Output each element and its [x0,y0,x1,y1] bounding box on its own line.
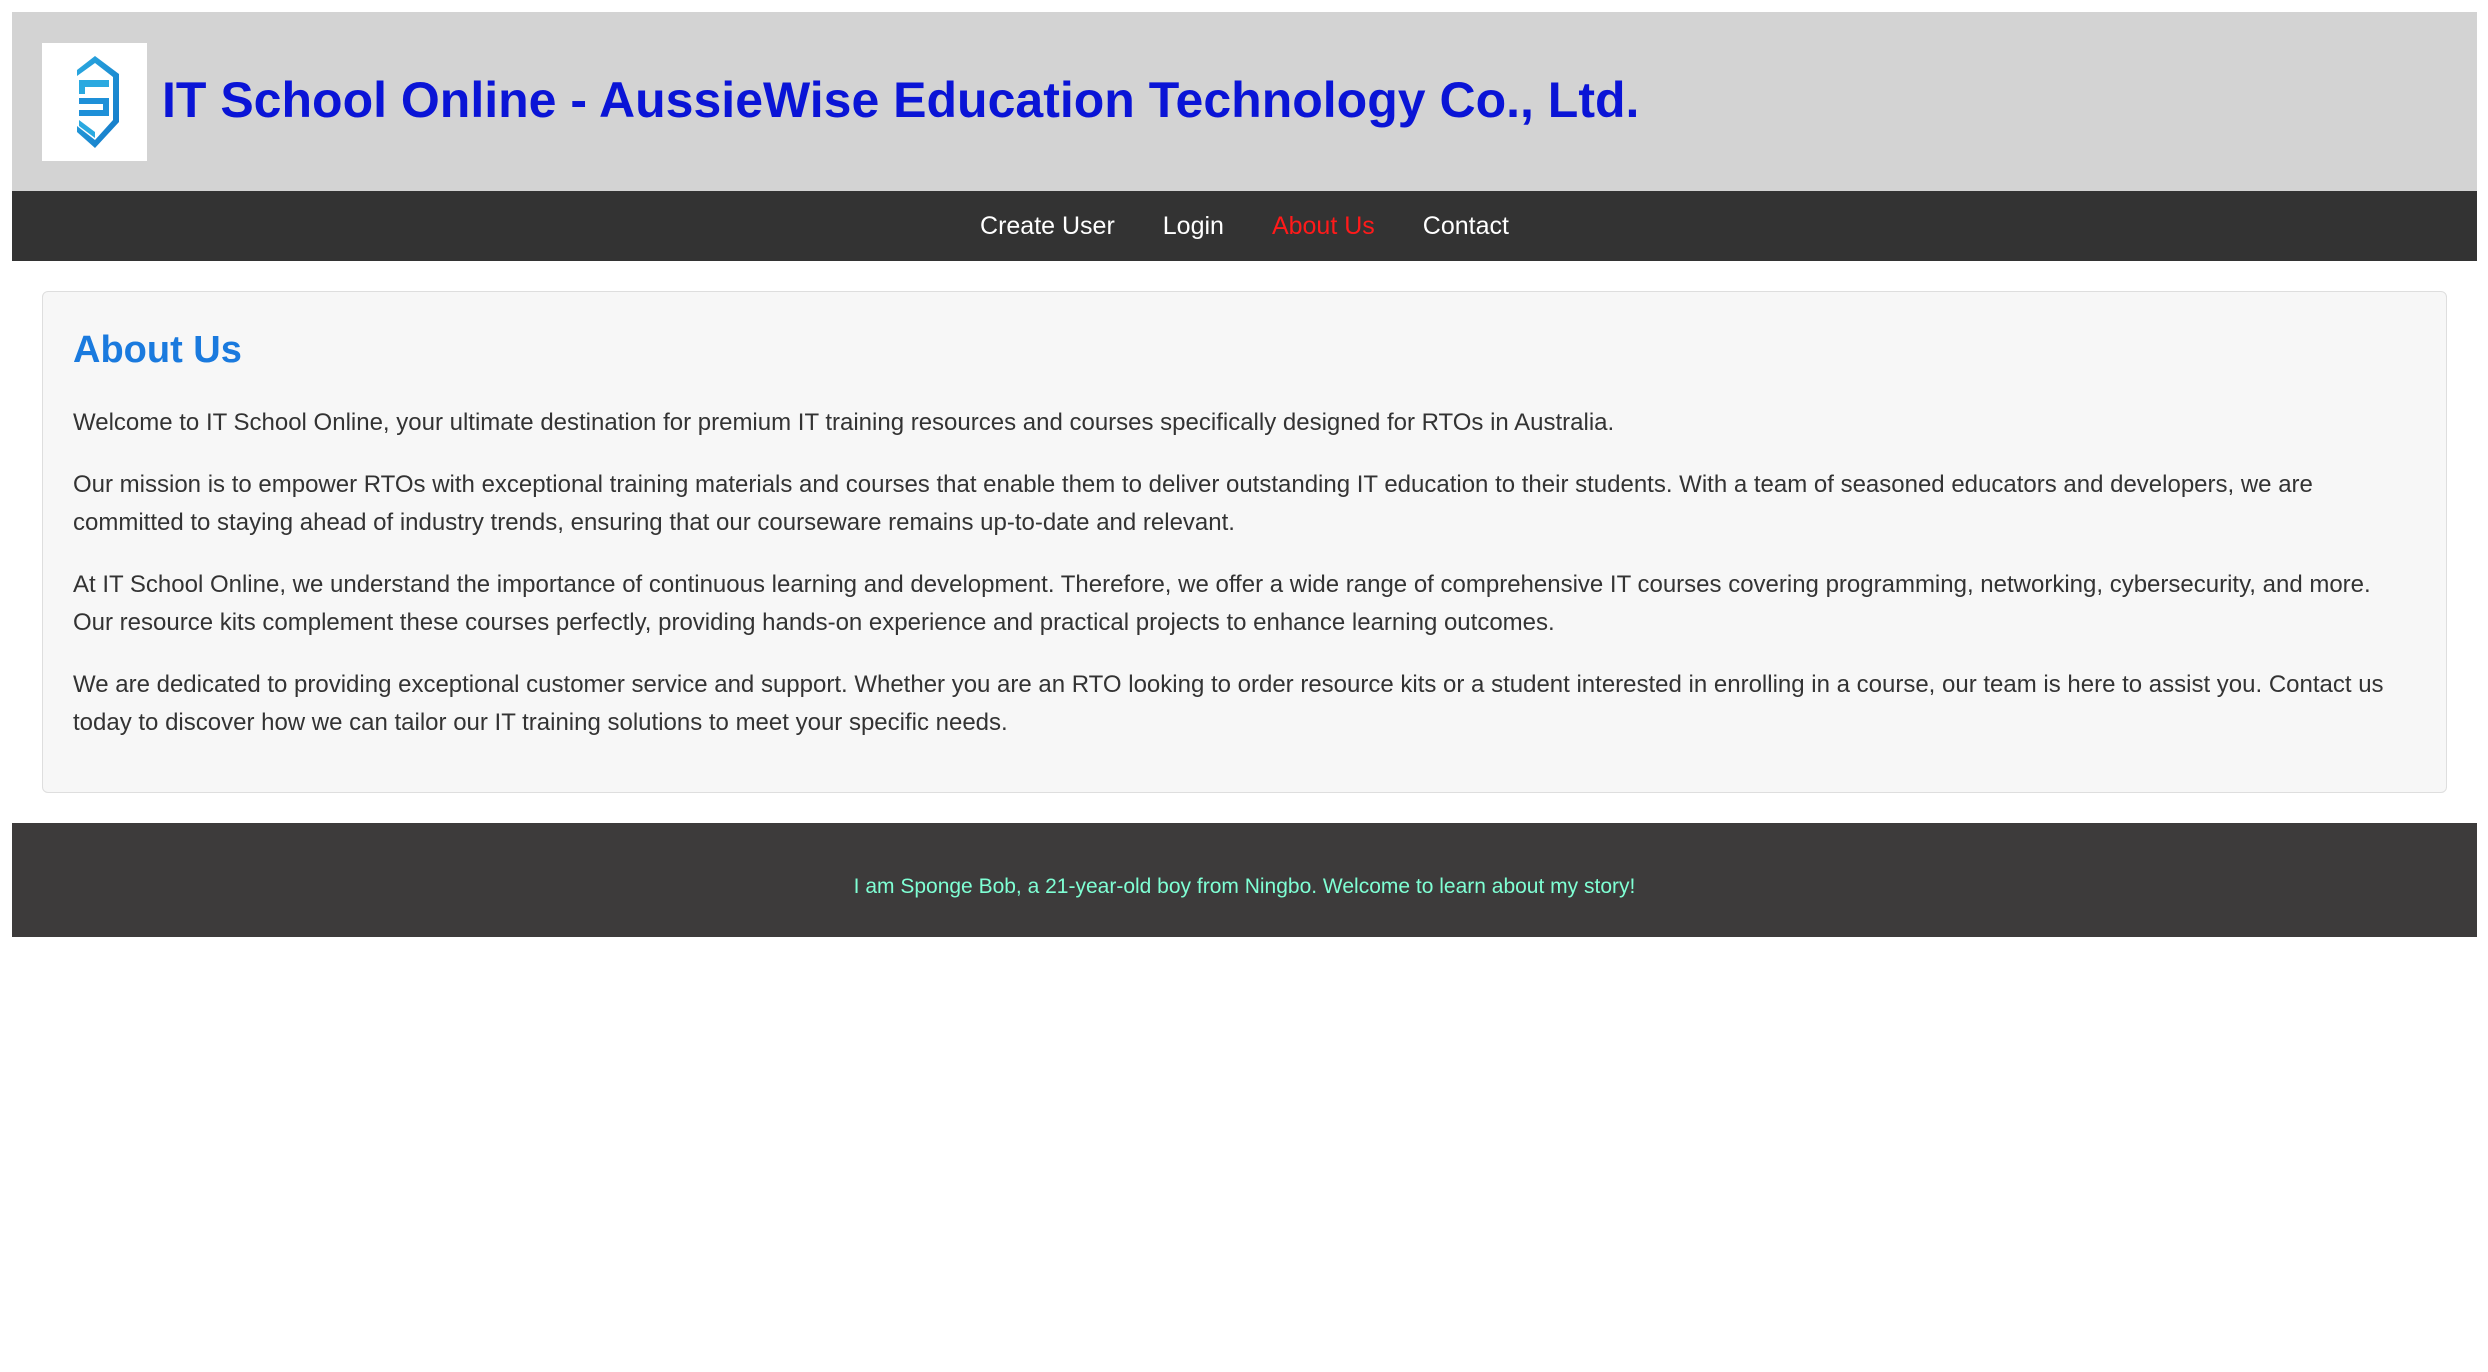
about-paragraph: We are dedicated to providing exceptiona… [73,671,2384,736]
site-header: IT School Online - AussieWise Education … [12,12,2477,191]
content-wrapper: About Us Welcome to IT School Online, yo… [12,261,2477,793]
page: IT School Online - AussieWise Education … [12,12,2477,937]
nav-about-us[interactable]: About Us [1272,212,1375,241]
main-nav: Create User Login About Us Contact [12,191,2477,261]
nav-login[interactable]: Login [1163,212,1224,241]
nav-create-user[interactable]: Create User [980,212,1115,241]
site-logo[interactable] [42,43,147,161]
site-title: IT School Online - AussieWise Education … [162,72,1640,128]
about-paragraph: Our mission is to empower RTOs with exce… [73,471,2313,536]
footer-text: I am Sponge Bob, a 21-year-old boy from … [853,875,1636,898]
about-paragraph: Welcome to IT School Online, your ultima… [73,409,1615,436]
page-heading: About Us [73,329,242,371]
site-footer: I am Sponge Bob, a 21-year-old boy from … [12,823,2477,937]
nav-contact[interactable]: Contact [1423,212,1509,241]
about-paragraph: At IT School Online, we understand the i… [73,571,2371,636]
shield-s-logo-icon [76,56,119,148]
about-section: About Us Welcome to IT School Online, yo… [42,291,2447,793]
